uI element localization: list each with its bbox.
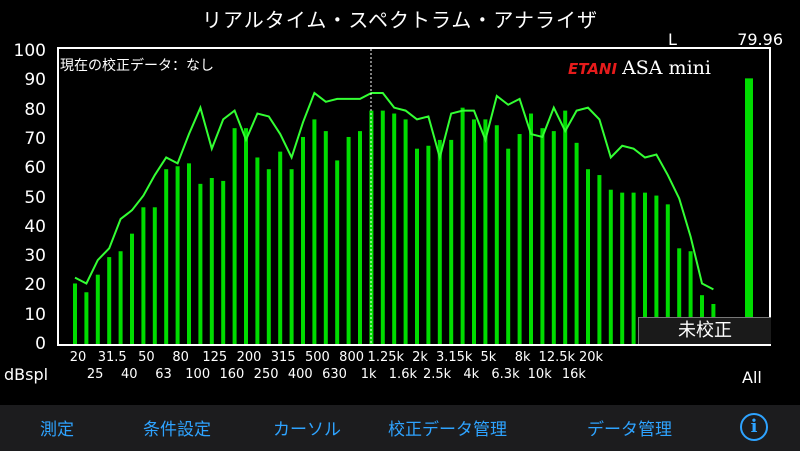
x-tick-label: 630 bbox=[322, 367, 347, 382]
bottom-toolbar: 測定 条件設定 カーソル 校正データ管理 データ管理 i bbox=[0, 405, 800, 451]
spectrum-bar bbox=[266, 169, 271, 345]
spectrum-bar bbox=[426, 145, 431, 345]
spectrum-bar bbox=[73, 283, 77, 345]
spectrum-bar bbox=[608, 189, 613, 345]
x-tick-label: 10k bbox=[527, 367, 552, 382]
spectrum-bar bbox=[346, 136, 351, 345]
info-icon[interactable]: i bbox=[740, 413, 768, 441]
spectrum-bar bbox=[312, 119, 317, 345]
spectrum-bar bbox=[574, 142, 579, 345]
x-tick-label: 20k bbox=[578, 350, 604, 365]
measure-button[interactable]: 測定 bbox=[40, 415, 74, 440]
overall-level-bar bbox=[745, 78, 753, 346]
spectrum-bar bbox=[221, 180, 226, 345]
x-tick-label: 200 bbox=[236, 350, 262, 365]
x-tick-label: 1.6k bbox=[388, 367, 417, 382]
x-tick-label: 1.25k bbox=[367, 350, 405, 365]
spectrum-bar bbox=[529, 113, 533, 345]
uncalibrated-badge: 未校正 bbox=[638, 317, 771, 344]
x-tick-label: 250 bbox=[253, 367, 279, 382]
spectrum-bar bbox=[392, 113, 397, 345]
x-tick-label: 8k bbox=[514, 350, 531, 365]
spectrum-bar bbox=[517, 134, 522, 345]
spectrum-bar bbox=[209, 177, 214, 345]
spectrum-bar bbox=[586, 169, 590, 345]
spectrum-bar bbox=[380, 110, 385, 345]
x-tick-label: 800 bbox=[339, 350, 365, 365]
spectrum-bar bbox=[118, 251, 123, 345]
spectrum-bar bbox=[415, 148, 419, 345]
logo-brand: ETANI bbox=[568, 60, 618, 78]
spectrum-bar bbox=[152, 207, 157, 345]
spectrum-bar bbox=[141, 207, 146, 345]
spectrum-bar bbox=[278, 151, 283, 345]
x-tick-label: 160 bbox=[219, 367, 245, 382]
spectrum-bar bbox=[232, 128, 237, 345]
calibration-mgmt-button[interactable]: 校正データ管理 bbox=[388, 415, 507, 440]
cursor-button[interactable]: カーソル bbox=[273, 415, 341, 440]
x-tick-label: 25 bbox=[86, 367, 104, 382]
x-tick-label: 2.5k bbox=[422, 367, 452, 382]
x-tick-label: 100 bbox=[185, 367, 211, 382]
spectrum-bar bbox=[289, 169, 294, 345]
spectrum-bar bbox=[449, 139, 454, 345]
spectrum-bar bbox=[164, 169, 169, 345]
spectrum-bar bbox=[494, 125, 499, 345]
spectrum-bar bbox=[95, 274, 100, 345]
x-tick-label: 400 bbox=[287, 367, 313, 382]
spectrum-bar bbox=[335, 160, 340, 345]
x-tick-label: 6.3k bbox=[491, 367, 520, 382]
spectrum-bar bbox=[175, 166, 180, 345]
spectrum-bar bbox=[244, 128, 248, 345]
spectrum-bar bbox=[358, 131, 362, 345]
conditions-button[interactable]: 条件設定 bbox=[143, 415, 211, 440]
x-tick-label: 2k bbox=[412, 350, 428, 365]
data-mgmt-button[interactable]: データ管理 bbox=[587, 415, 672, 440]
x-tick-label: 16k bbox=[561, 367, 586, 382]
x-axis-all-label: All bbox=[742, 368, 762, 387]
x-tick-label: 3.15k bbox=[435, 350, 473, 365]
x-tick-label: 63 bbox=[155, 367, 172, 382]
spectrum-bar bbox=[540, 128, 545, 345]
spectrum-bar bbox=[620, 192, 625, 345]
spectrum-bar bbox=[506, 148, 511, 345]
spectrum-bar bbox=[460, 107, 465, 345]
x-tick-label: 12.5k bbox=[538, 350, 576, 365]
spectrum-bar bbox=[472, 119, 476, 345]
spectrum-bar bbox=[403, 119, 408, 345]
x-tick-label: 4k bbox=[463, 367, 480, 382]
x-tick-label: 5k bbox=[480, 350, 497, 365]
x-tick-label: 125 bbox=[202, 350, 228, 365]
logo-model: ASA mini bbox=[622, 57, 711, 79]
spectrum-bar bbox=[130, 233, 134, 345]
calibration-status: 現在の校正データ：なし bbox=[60, 58, 214, 74]
spectrum-bar bbox=[597, 175, 602, 345]
spectrum-bar bbox=[255, 157, 260, 345]
x-tick-label: 20 bbox=[69, 350, 87, 365]
spectrum-bar bbox=[551, 131, 556, 345]
spectrum-bar bbox=[631, 192, 636, 345]
spectrum-bar bbox=[107, 257, 112, 345]
x-tick-label: 31.5 bbox=[97, 350, 127, 365]
x-tick-label: 40 bbox=[121, 367, 138, 382]
x-tick-label: 80 bbox=[172, 350, 189, 365]
x-tick-label: 1k bbox=[360, 367, 377, 382]
spectrum-bar bbox=[437, 139, 442, 345]
spectrum-bar bbox=[187, 163, 191, 345]
spectrum-bar bbox=[323, 131, 328, 345]
x-tick-label: 315 bbox=[270, 350, 296, 365]
spectrum-bar bbox=[563, 110, 568, 345]
spectrum-bar bbox=[483, 119, 488, 345]
spectrum-bar bbox=[198, 183, 203, 345]
spectrum-bar bbox=[84, 292, 89, 345]
brand-logo: ETANI ASA mini bbox=[568, 57, 711, 79]
x-tick-label: 500 bbox=[304, 350, 330, 365]
x-tick-label: 50 bbox=[138, 350, 155, 365]
spectrum-bar bbox=[301, 136, 305, 345]
